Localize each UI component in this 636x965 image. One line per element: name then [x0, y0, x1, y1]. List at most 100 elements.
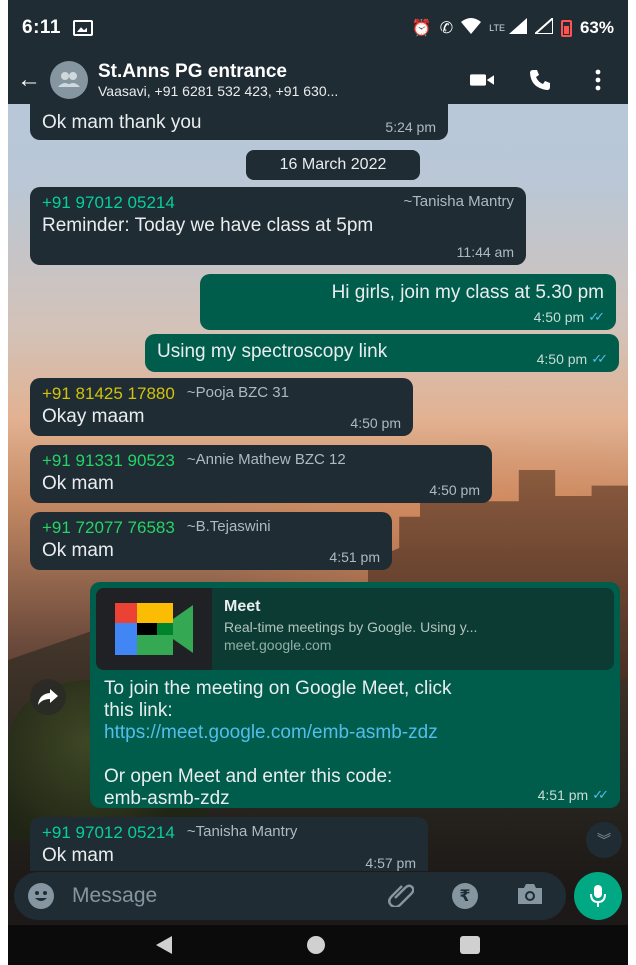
more-options-icon[interactable]: [586, 68, 610, 92]
read-ticks-icon: ✓✓: [588, 309, 605, 324]
link-message-bubble[interactable]: Meet Real-time meetings by Google. Using…: [90, 582, 620, 810]
status-icons: ⏰ ✆ LTE 63%: [411, 15, 614, 39]
nav-home-icon[interactable]: [306, 936, 325, 954]
message-sender: +91 72077 76583 ~B.Tejaswini: [42, 518, 380, 538]
sender-number[interactable]: +91 81425 17880: [42, 384, 175, 404]
message-time: 4:50 pm: [533, 309, 585, 325]
phone-screen: 6:11 ⏰ ✆ LTE 63% ← St.Anns PG entrance V…: [8, 0, 628, 965]
microphone-icon: [590, 885, 606, 907]
status-time: 6:11: [22, 17, 61, 38]
message-bubble[interactable]: +91 81425 17880 ~Pooja BZC 31 Okay maam …: [30, 378, 413, 436]
chat-title: St.Anns PG entrance: [98, 61, 287, 82]
composer-icons: ₹: [388, 881, 552, 912]
sender-number[interactable]: +91 91331 90523: [42, 451, 175, 471]
message-meta: 4:50 pm: [350, 415, 401, 431]
wifi-icon: [461, 17, 482, 39]
message-text: Okay maam: [42, 406, 145, 427]
forward-icon: [38, 689, 58, 705]
video-call-icon[interactable]: [470, 68, 494, 92]
chat-participants: Vaasavi, +91 6281 532 423, +91 630...: [98, 83, 339, 99]
message-sender: +91 97012 05214 ~Tanisha Mantry: [42, 823, 416, 843]
message-time: 5:24 pm: [385, 119, 436, 135]
read-ticks-icon: ✓✓: [592, 787, 609, 802]
message-meta: 4:50 pm ✓✓: [533, 309, 605, 325]
sender-number[interactable]: +91 97012 05214: [42, 193, 175, 213]
nav-back-icon[interactable]: [155, 936, 172, 954]
sender-nickname: ~Tanisha Mantry: [186, 823, 298, 840]
read-ticks-icon: ✓✓: [591, 351, 608, 366]
link-preview-text: Meet Real-time meetings by Google. Using…: [212, 588, 614, 670]
header-actions: [470, 68, 628, 92]
message-text-line: emb-asmb-zdz: [104, 788, 230, 809]
battery-icon: [560, 19, 572, 37]
back-arrow-icon[interactable]: ←: [8, 66, 50, 94]
signal-2-icon: [532, 15, 554, 39]
message-bubble[interactable]: +91 97012 05214 ~Tanisha Mantry Ok mam 4…: [30, 817, 428, 871]
message-bubble[interactable]: Hi girls, join my class at 5.30 pm 4:50 …: [200, 274, 616, 330]
link-preview[interactable]: Meet Real-time meetings by Google. Using…: [96, 588, 614, 670]
sender-nickname: ~Annie Mathew BZC 12: [186, 451, 346, 468]
message-time: 4:50 pm: [429, 482, 480, 498]
message-text: Ok mam: [42, 845, 114, 866]
message-meta: 4:51 pm ✓✓: [537, 787, 609, 803]
attach-icon[interactable]: [388, 881, 415, 912]
message-text-line: To join the meeting on Google Meet, clic…: [104, 678, 452, 699]
message-meta: 5:24 pm: [385, 119, 436, 135]
sender-number[interactable]: +91 72077 76583: [42, 518, 175, 538]
message-text: Hi girls, join my class at 5.30 pm: [331, 282, 604, 303]
sender-number[interactable]: +91 97012 05214: [42, 823, 175, 843]
message-text-line: this link:: [104, 700, 173, 721]
signal-icon: [508, 17, 527, 39]
message-text: Reminder: Today we have class at 5pm: [42, 215, 374, 236]
call-forward-icon: ✆: [439, 20, 454, 37]
message-text: Ok mam: [42, 473, 114, 494]
message-bubble[interactable]: +91 72077 76583 ~B.Tejaswini Ok mam 4:51…: [30, 512, 392, 570]
gallery-notification-icon: [72, 20, 93, 36]
message-composer: ₹: [14, 872, 566, 920]
forward-button[interactable]: [30, 679, 66, 715]
message-text-line: Or open Meet and enter this code:: [104, 766, 393, 787]
emoji-icon[interactable]: [28, 883, 54, 909]
message-time: 4:57 pm: [365, 855, 416, 871]
message-bubble[interactable]: +91 97012 05214 ~Tanisha Mantry Reminder…: [30, 187, 526, 265]
date-separator: 16 March 2022: [246, 150, 420, 180]
nav-recents-icon[interactable]: [460, 936, 481, 954]
android-navigation-bar: [8, 925, 628, 965]
message-text: Ok mam thank you: [42, 112, 202, 133]
voice-call-icon[interactable]: [528, 68, 552, 92]
chat-title-block[interactable]: St.Anns PG entrance Vaasavi, +91 6281 53…: [98, 61, 470, 99]
group-icon: [58, 72, 80, 87]
chat-header: ← St.Anns PG entrance Vaasavi, +91 6281 …: [8, 56, 628, 104]
message-bubble[interactable]: +91 91331 90523 ~Annie Mathew BZC 12 Ok …: [30, 445, 492, 503]
message-time: 11:44 am: [456, 244, 514, 260]
link-message-body: To join the meeting on Google Meet, clic…: [96, 678, 614, 810]
message-bubble[interactable]: Ok mam thank you 5:24 pm: [30, 104, 448, 140]
meet-link[interactable]: https://meet.google.com/emb-asmb-zdz: [104, 722, 606, 744]
payment-icon[interactable]: ₹: [452, 883, 478, 909]
message-meta: 4:51 pm: [329, 549, 380, 565]
message-sender: +91 91331 90523 ~Annie Mathew BZC 12: [42, 451, 480, 471]
group-avatar[interactable]: [50, 61, 88, 99]
alarm-icon: ⏰: [411, 20, 432, 37]
message-time: 4:51 pm: [329, 549, 380, 565]
link-preview-title: Meet: [224, 598, 261, 615]
voice-message-button[interactable]: [574, 872, 622, 920]
camera-icon[interactable]: [516, 882, 544, 911]
lte-label: LTE: [489, 23, 505, 33]
message-time: 4:50 pm: [536, 351, 588, 367]
message-sender: +91 81425 17880 ~Pooja BZC 31: [42, 384, 401, 404]
message-time: 4:51 pm: [537, 787, 589, 803]
double-chevron-down-icon: ︾: [597, 832, 611, 848]
message-sender: +91 97012 05214 ~Tanisha Mantry: [42, 193, 514, 213]
link-preview-description: Real-time meetings by Google. Using y...: [224, 619, 478, 635]
sender-nickname: ~B.Tejaswini: [186, 518, 271, 535]
message-meta: 4:50 pm: [429, 482, 480, 498]
scroll-to-bottom-button[interactable]: ︾: [586, 822, 622, 858]
status-bar: 6:11 ⏰ ✆ LTE 63%: [8, 0, 628, 56]
message-bubble[interactable]: Using my spectroscopy link 4:50 pm ✓✓: [145, 334, 619, 372]
message-time: 4:50 pm: [350, 415, 401, 431]
message-input[interactable]: [72, 884, 388, 908]
sender-nickname: ~Pooja BZC 31: [186, 384, 289, 401]
battery-percent: 63%: [579, 18, 614, 37]
message-meta: 4:50 pm ✓✓: [536, 351, 608, 367]
